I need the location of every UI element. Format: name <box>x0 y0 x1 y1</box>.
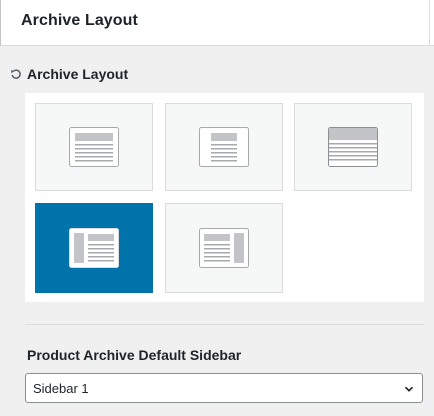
layout-option-right-sidebar[interactable] <box>165 203 283 293</box>
reset-icon[interactable] <box>10 68 22 80</box>
layout-right-sidebar-icon <box>199 228 249 268</box>
sidebar-select-value: Sidebar 1 <box>33 381 89 396</box>
layout-narrow-icon <box>199 127 249 167</box>
sidebar-select[interactable]: Sidebar 1 <box>25 373 423 403</box>
sidebar-select-label: Product Archive Default Sidebar <box>27 347 242 363</box>
layout-option-left-sidebar[interactable] <box>35 203 153 293</box>
chevron-down-icon <box>404 386 414 392</box>
layout-option-full-width[interactable] <box>35 103 153 191</box>
archive-layout-label: Archive Layout <box>10 66 128 82</box>
panel-title: Archive Layout <box>21 12 138 29</box>
layout-stretched-icon <box>328 127 378 167</box>
layout-full-width-icon <box>69 127 119 167</box>
layout-option-narrow[interactable] <box>165 103 283 191</box>
layout-options-container <box>25 93 424 302</box>
layout-left-sidebar-icon <box>69 228 119 268</box>
layout-option-stretched[interactable] <box>294 103 412 191</box>
panel-header: Archive Layout <box>0 0 434 46</box>
section-divider <box>25 324 424 325</box>
archive-layout-title: Archive Layout <box>27 66 129 82</box>
header-right-border <box>429 0 430 46</box>
header-left-border <box>0 0 1 46</box>
